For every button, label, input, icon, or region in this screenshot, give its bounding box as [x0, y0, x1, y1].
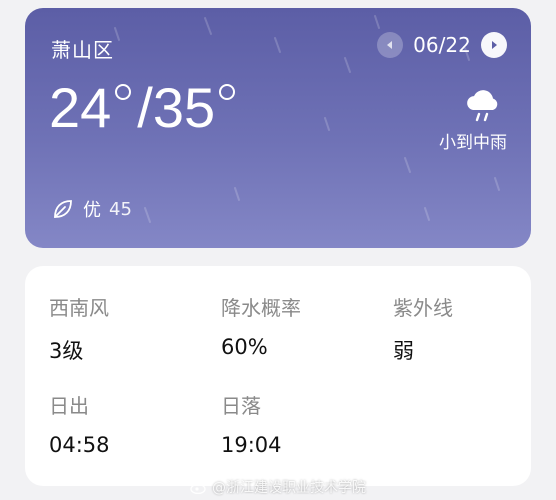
watermark-text: @浙江建设职业技术学院	[212, 480, 366, 496]
chevron-left-icon	[387, 41, 392, 49]
detail-label: 西南风	[49, 296, 109, 320]
temp-high: 35	[152, 76, 216, 139]
detail-label: 日落	[221, 394, 261, 418]
air-quality[interactable]: 优 45	[51, 196, 132, 222]
date-navigator: 06/22	[377, 32, 507, 58]
watermark: @浙江建设职业技术学院	[190, 477, 366, 497]
previous-day-button[interactable]	[377, 32, 403, 58]
leaf-icon	[54, 200, 72, 218]
detail-value: 3级	[49, 339, 84, 363]
aqi-value: 45	[109, 198, 132, 220]
degree-symbol	[219, 84, 236, 100]
detail-label: 紫外线	[393, 296, 453, 320]
weibo-icon	[190, 483, 206, 494]
detail-value: 60%	[221, 335, 268, 359]
weather-card: 萧山区 06/22 24 / 35 小到中雨 优 45	[25, 8, 531, 248]
detail-label: 降水概率	[221, 296, 301, 320]
temp-low: 24	[49, 76, 112, 139]
detail-value: 04:58	[49, 433, 110, 457]
degree-symbol	[115, 84, 132, 100]
detail-sunset: 日落 19:04	[221, 390, 282, 457]
detail-value: 19:04	[221, 433, 282, 457]
chevron-right-icon	[492, 41, 497, 49]
detail-wind: 西南风 3级	[49, 292, 109, 365]
aqi-label: 优	[83, 200, 101, 221]
weather-condition: 小到中雨	[439, 133, 507, 153]
current-date: 06/22	[413, 33, 471, 57]
detail-value: 弱	[393, 339, 414, 363]
detail-uv: 紫外线 弱	[393, 292, 453, 365]
next-day-button[interactable]	[481, 32, 507, 58]
temperature-range: 24 / 35	[49, 80, 241, 136]
detail-sunrise: 日出 04:58	[49, 390, 110, 457]
temp-separator: /	[137, 76, 153, 139]
cloud-rain-icon	[467, 90, 498, 122]
weather-details-card: 西南风 3级 降水概率 60% 紫外线 弱 日出 04:58 日落 19:04	[25, 266, 531, 486]
detail-label: 日出	[49, 394, 89, 418]
city-name: 萧山区	[51, 38, 114, 62]
detail-precipitation: 降水概率 60%	[221, 292, 301, 359]
